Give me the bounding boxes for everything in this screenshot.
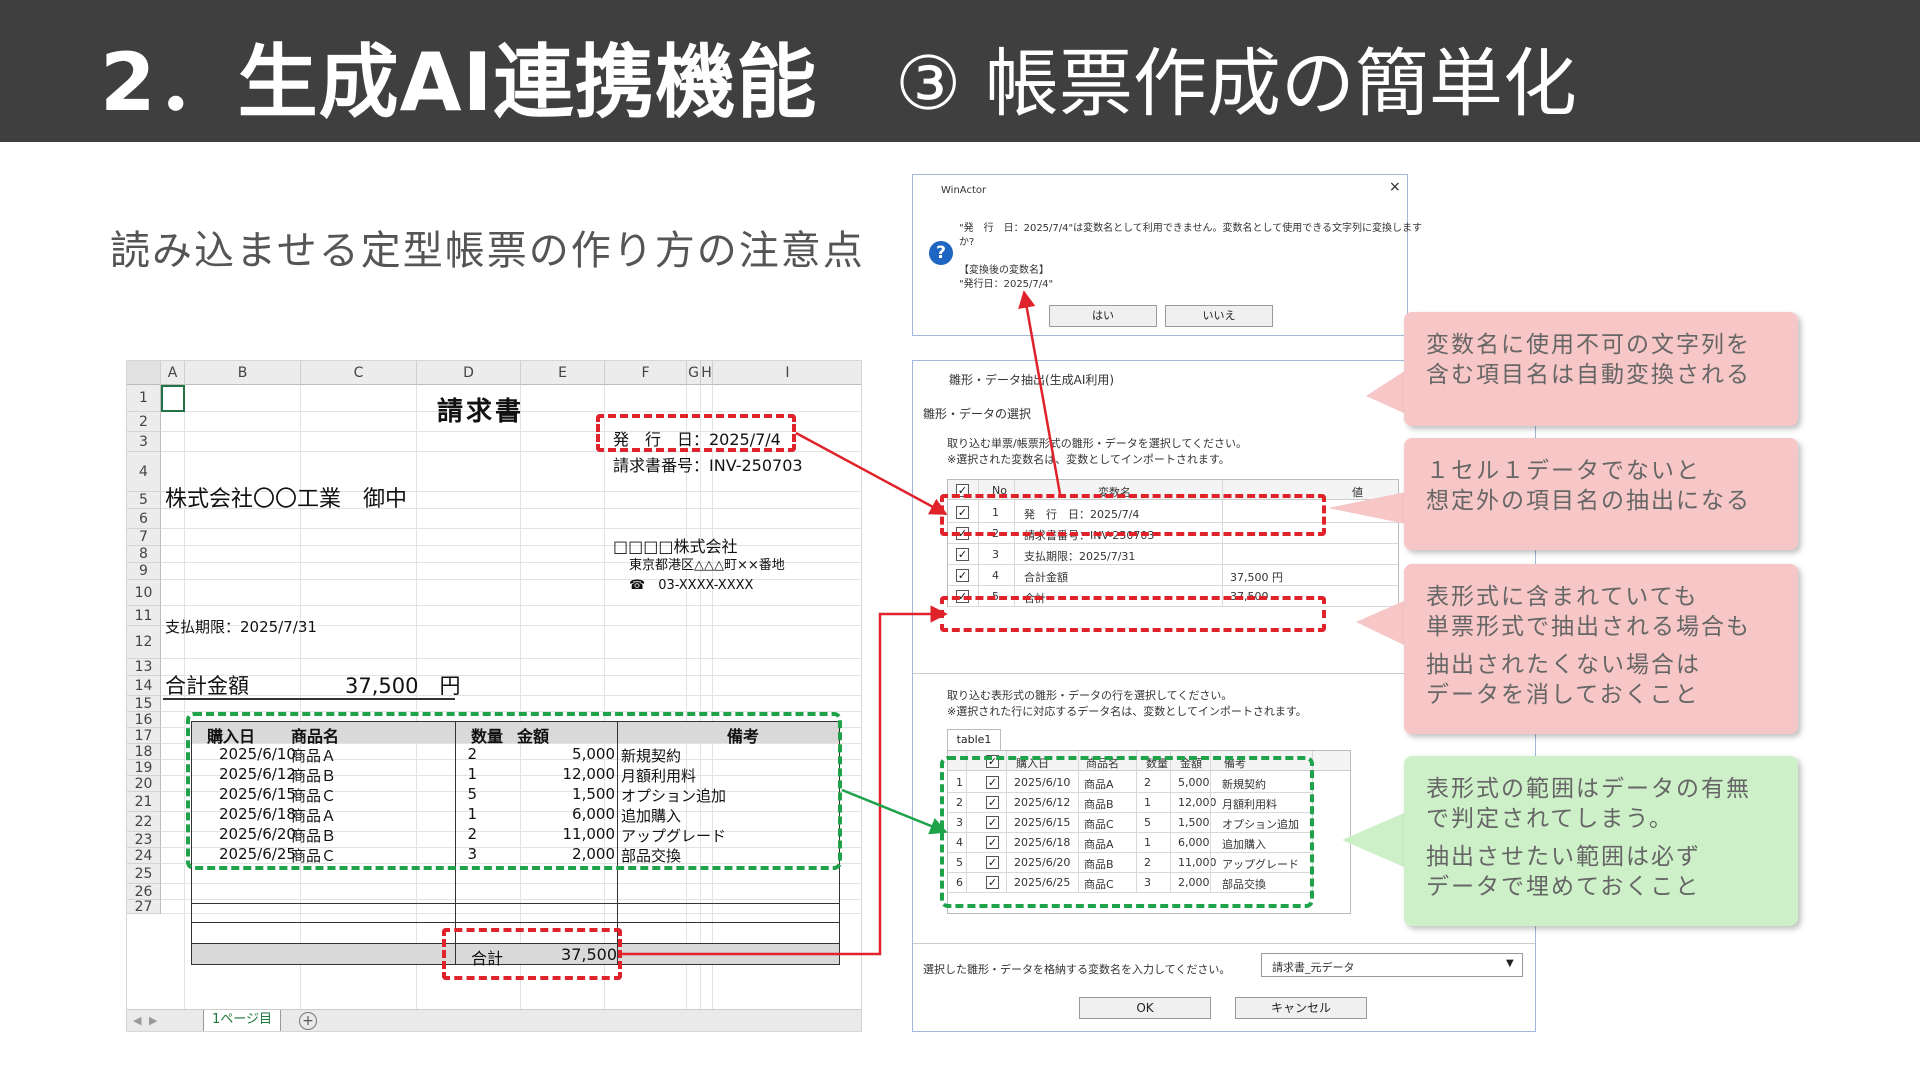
callout-variable-conversion: 変数名に使用不可の文字列を 含む項目名は自動変換される bbox=[1404, 312, 1798, 426]
callout-tail bbox=[1328, 492, 1406, 524]
callout-text: 表形式の範囲はデータの有無 で判定されてしまう。 bbox=[1426, 776, 1751, 832]
arrow-table bbox=[841, 788, 948, 835]
callout-single-form-extraction: 表形式に含まれていても 単票形式で抽出される場合も 抽出されたくない場合は デー… bbox=[1404, 564, 1798, 734]
arrow-to-dialog bbox=[1018, 290, 1062, 495]
callout-text: １セル１データでないと 想定外の項目名の抽出になる bbox=[1426, 458, 1751, 514]
callout-text: 変数名に使用不可の文字列を 含む項目名は自動変換される bbox=[1426, 332, 1751, 388]
callout-tail bbox=[1366, 370, 1406, 414]
callout-tail bbox=[1342, 812, 1406, 868]
callout-text: 表形式に含まれていても 単票形式で抽出される場合も bbox=[1426, 584, 1751, 640]
callout-table-range: 表形式の範囲はデータの有無 で判定されてしまう。 抽出させたい範囲は必ず データ… bbox=[1404, 756, 1798, 926]
arrow-sum bbox=[622, 605, 948, 956]
callout-tail bbox=[1356, 600, 1406, 646]
callout-extra-text: 抽出させたい範囲は必ず データで埋めておくこと bbox=[1426, 844, 1701, 900]
callout-one-cell-one-data: １セル１データでないと 想定外の項目名の抽出になる bbox=[1404, 438, 1798, 550]
arrow-issue-date bbox=[795, 431, 948, 516]
callout-extra-text: 抽出されたくない場合は データを消しておくこと bbox=[1426, 652, 1701, 708]
